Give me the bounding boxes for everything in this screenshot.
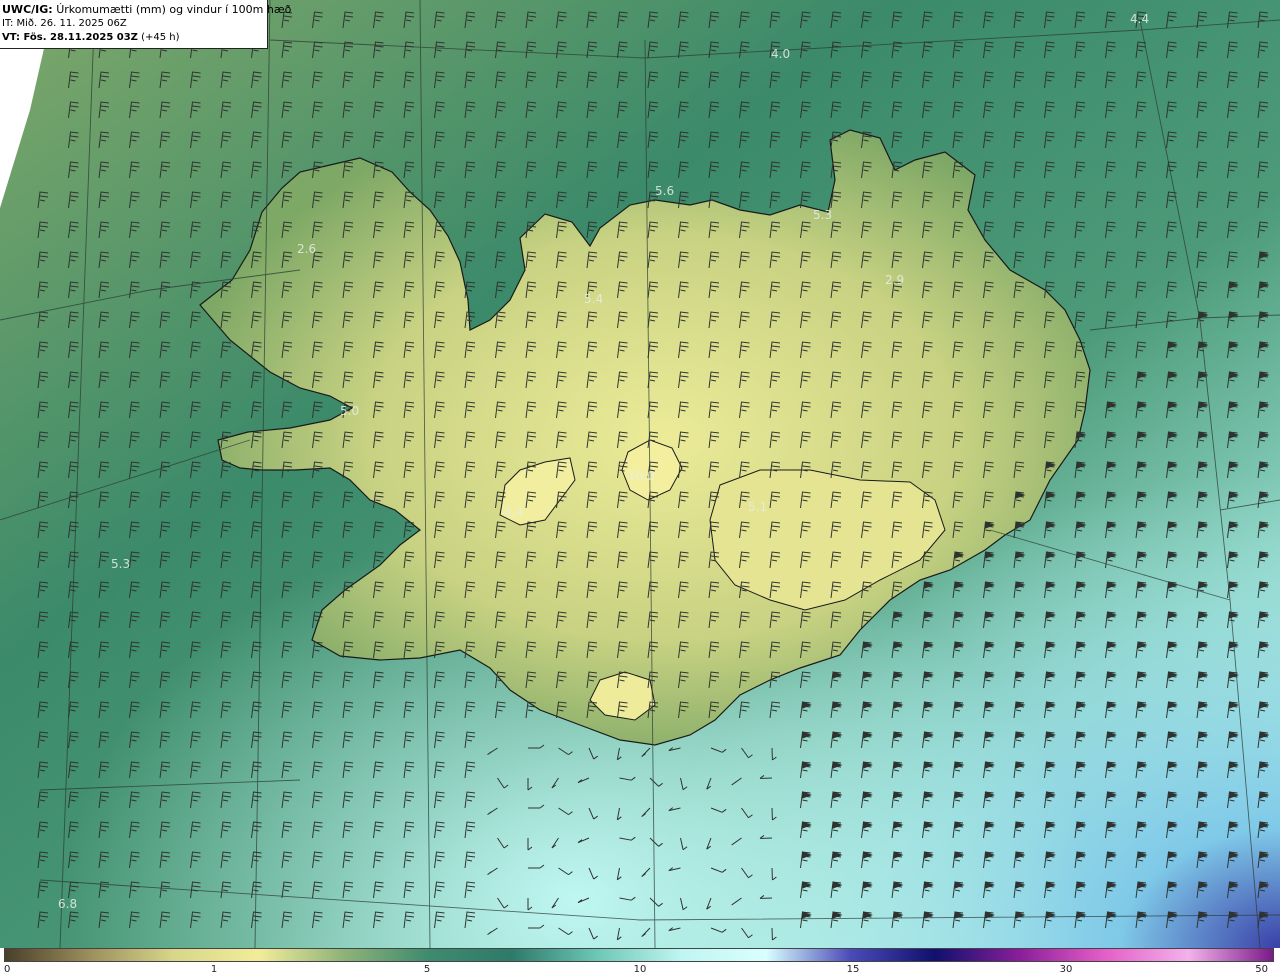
- valid-time: VT: Fös. 28.11.2025 03Z: [2, 32, 138, 43]
- colorbar-tick: 1: [210, 964, 218, 975]
- map-label: 5.3: [111, 557, 130, 571]
- colorbar-tick: 10: [633, 964, 647, 975]
- map-figure: 4.4 4.0 5.6 5.3 2.9 5.4 2.6 5.0 10.0 4.4…: [0, 0, 1280, 978]
- colorbar-strip: [4, 948, 1274, 962]
- colorbar-tick: 5: [423, 964, 431, 975]
- map-label: 5.3: [813, 208, 832, 222]
- map-label: 4.4: [504, 505, 523, 519]
- colorbar-tick: 50: [1255, 964, 1268, 975]
- init-time: IT: Mið. 26. 11. 2025 06Z: [2, 18, 127, 29]
- map-label: 5.6: [655, 184, 674, 198]
- map-label: 4.0: [771, 47, 790, 61]
- map-label: 5.4: [584, 292, 603, 306]
- precipitation-colorbar: 0 1 5 10 15 30 50: [0, 948, 1280, 978]
- forecast-lead: (+45 h): [141, 32, 180, 43]
- map-label: 2.9: [885, 273, 904, 287]
- model-prefix: UWC/IG:: [2, 3, 53, 16]
- map-label: 6.8: [58, 897, 77, 911]
- title-line: UWC/IG: Úrkomumætti (mm) og vindur í 100…: [2, 3, 291, 17]
- colorbar-tick: 0: [4, 964, 11, 975]
- colorbar-tick: 15: [846, 964, 860, 975]
- map-label: 5.0: [340, 404, 359, 418]
- map-label: 10.0: [628, 469, 655, 483]
- map-label: 5.1: [748, 500, 767, 514]
- map-label: 2.6: [297, 242, 316, 256]
- colorbar-tick: 30: [1059, 964, 1073, 975]
- product-title: Úrkomumætti (mm) og vindur í 100m hæð: [56, 3, 292, 16]
- map-label: 4.4: [1130, 12, 1149, 26]
- valid-time-line: VT: Fös. 28.11.2025 03Z (+45 h): [2, 31, 267, 45]
- precipitation-wind-map: 4.4 4.0 5.6 5.3 2.9 5.4 2.6 5.0 10.0 4.4…: [0, 0, 1280, 948]
- map-title-box: UWC/IG: Úrkomumætti (mm) og vindur í 100…: [0, 0, 291, 49]
